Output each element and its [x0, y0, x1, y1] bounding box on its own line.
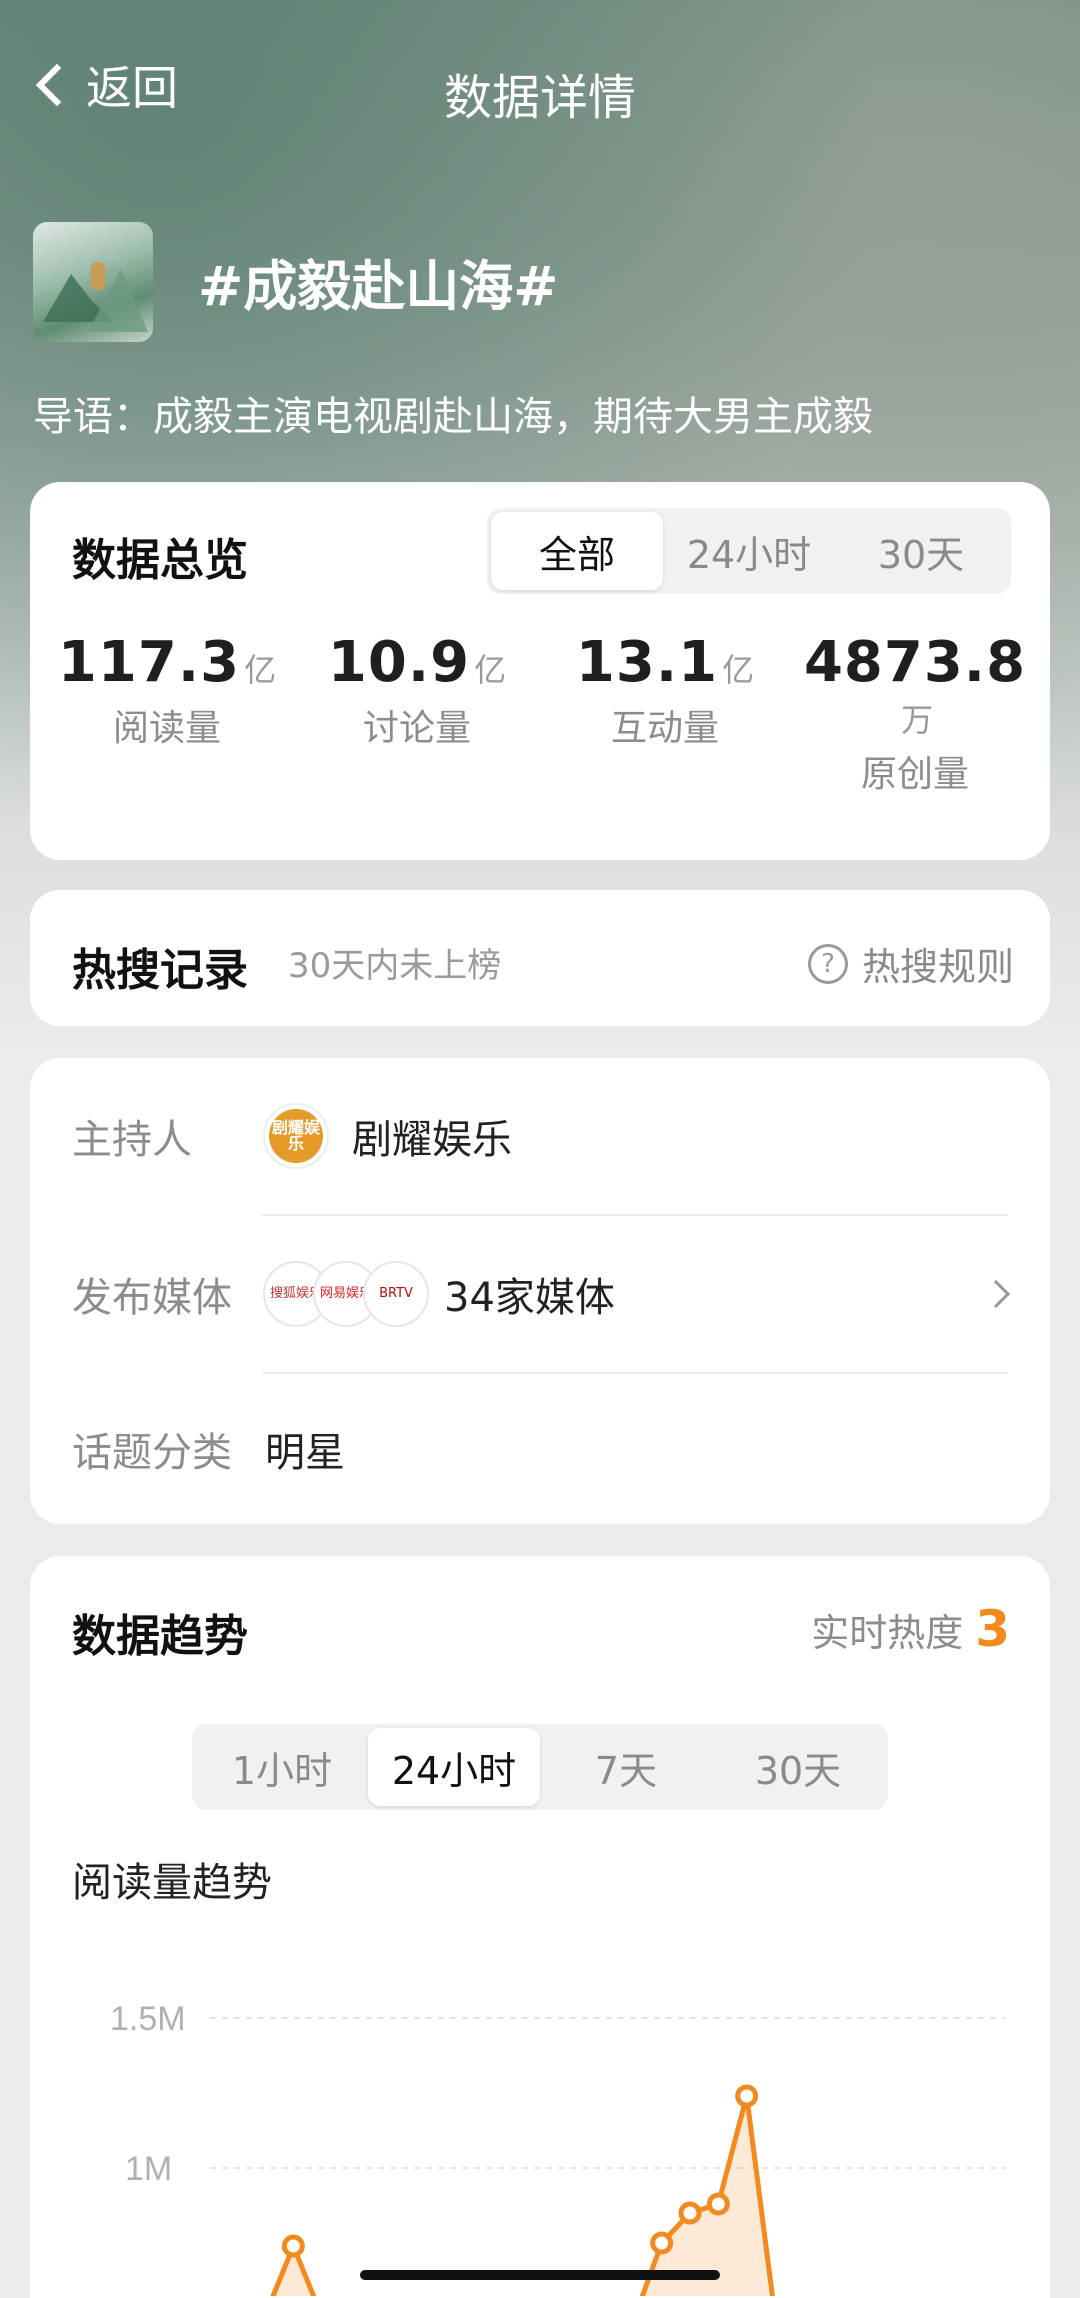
stat-reads: 117.3 亿 阅读量 [42, 630, 292, 751]
read-trend-chart: 1.5M 1M [110, 2000, 1005, 2296]
category-value: 明星 [265, 1430, 345, 1476]
stat-label: 原创量 [860, 754, 969, 795]
trend-range-tabs: 1小时 24小时 7天 30天 [192, 1724, 888, 1810]
topic-info-card: 主持人 剧耀娱乐 剧耀娱乐 发布媒体 搜狐娱乐 网易娱乐 BRTV 34家媒体 … [30, 1058, 1050, 1524]
data-point[interactable] [281, 2234, 305, 2258]
host-row[interactable]: 主持人 剧耀娱乐 剧耀娱乐 [30, 1058, 1050, 1214]
stat-label: 讨论量 [362, 708, 471, 749]
stat-discussions: 10.9 亿 讨论量 [292, 630, 542, 751]
hot-search-title: 热搜记录 [72, 945, 248, 996]
home-indicator[interactable] [360, 2270, 720, 2280]
stat-unit: 亿 [722, 651, 755, 689]
trend-card: 数据趋势 实时热度 3 1小时 24小时 7天 30天 阅读量趋势 1.5M 1M [30, 1556, 1050, 2298]
category-row: 话题分类 明星 [30, 1374, 1050, 1524]
stat-unit: 万 [900, 701, 933, 739]
chart-title: 阅读量趋势 [72, 1860, 272, 1906]
tab-24h[interactable]: 24小时 [663, 512, 835, 590]
host-avatar: 剧耀娱乐 [263, 1103, 329, 1169]
host-name: 剧耀娱乐 [352, 1117, 512, 1163]
stat-value: 13.1 [575, 630, 719, 695]
stat-unit: 亿 [474, 651, 507, 689]
tab-1h[interactable]: 1小时 [196, 1728, 368, 1806]
tab-30d[interactable]: 30天 [712, 1728, 884, 1806]
stat-value: 4873.8 [803, 630, 1027, 695]
data-point[interactable] [735, 2084, 759, 2108]
tab-24h[interactable]: 24小时 [368, 1728, 540, 1806]
hot-search-status: 30天内未上榜 [288, 946, 502, 986]
stat-label: 互动量 [610, 708, 719, 749]
category-label: 话题分类 [72, 1430, 232, 1476]
topic-title: #成毅赴山海# [198, 255, 559, 318]
stat-original: 4873.8 万 原创量 [790, 630, 1040, 797]
media-label: 发布媒体 [72, 1275, 232, 1321]
data-point[interactable] [678, 2201, 702, 2225]
y-tick-label: 1M [125, 2150, 172, 2188]
overview-title: 数据总览 [72, 535, 248, 586]
question-icon: ? [807, 943, 848, 984]
trend-title: 数据趋势 [72, 1611, 248, 1662]
media-row[interactable]: 发布媒体 搜狐娱乐 网易娱乐 BRTV 34家媒体 [30, 1216, 1050, 1372]
media-avatar: BRTV [363, 1261, 429, 1327]
topic-cover-image [33, 222, 153, 342]
media-count: 34家媒体 [444, 1275, 615, 1321]
hot-search-rules-link[interactable]: ? 热搜规则 [807, 936, 1014, 991]
hot-search-card: 热搜记录 30天内未上榜 ? 热搜规则 [30, 890, 1050, 1026]
overview-range-tabs: 全部 24小时 30天 [487, 508, 1011, 594]
tab-all[interactable]: 全部 [491, 512, 663, 590]
series-area [273, 2096, 773, 2296]
data-point[interactable] [706, 2192, 730, 2216]
hot-search-rules-label: 热搜规则 [861, 945, 1014, 989]
host-label: 主持人 [72, 1117, 192, 1163]
overview-card: 数据总览 全部 24小时 30天 117.3 亿 阅读量 10.9 亿 讨论量 13… [30, 482, 1050, 860]
realtime-heat: 实时热度 3 [811, 1600, 1010, 1658]
stat-unit: 亿 [244, 651, 277, 689]
tab-7d[interactable]: 7天 [540, 1728, 712, 1806]
chevron-right-icon [981, 1279, 1011, 1309]
stat-value: 117.3 [57, 630, 241, 695]
realtime-heat-value: 3 [975, 1600, 1010, 1658]
stat-label: 阅读量 [112, 708, 221, 749]
realtime-heat-label: 实时热度 [811, 1611, 964, 1655]
page-title: 数据详情 [443, 70, 636, 126]
stat-interactions: 13.1 亿 互动量 [540, 630, 790, 751]
topic-guide: 导语：成毅主演电视剧赴山海，期待大男主成毅 [33, 394, 873, 440]
tab-30d[interactable]: 30天 [835, 512, 1007, 590]
y-tick-label: 1.5M [110, 2000, 186, 2038]
stat-value: 10.9 [327, 630, 471, 695]
data-point[interactable] [650, 2231, 674, 2255]
